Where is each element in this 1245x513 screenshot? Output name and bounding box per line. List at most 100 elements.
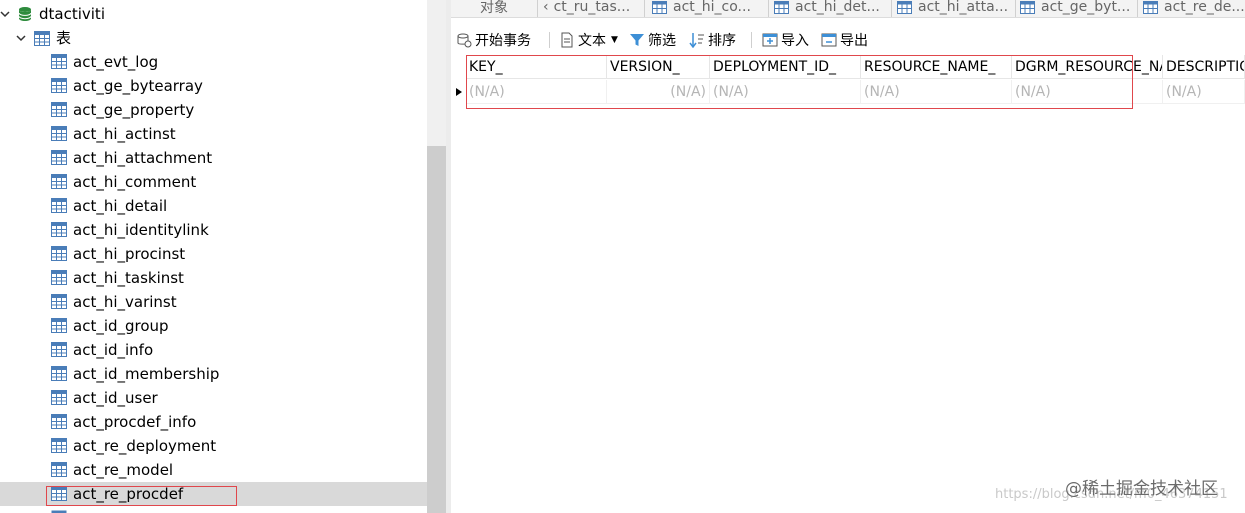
export-button[interactable]: 导出 [821,29,868,51]
table-name: act_hi_detail [73,197,168,215]
tree-item-table[interactable]: act_hi_identitylink [0,218,427,242]
column-header-resource-name[interactable]: RESOURCE_NAME_ [861,55,1012,79]
filter-label: 筛选 [648,33,676,49]
table-icon [51,78,67,93]
tree-item-table[interactable]: act_hi_varinst [0,290,427,314]
cell-key[interactable]: (N/A) [466,80,607,104]
chevron-down-icon[interactable] [16,33,26,43]
column-header-dgrm-resource-name[interactable]: DGRM_RESOURCE_NAME_ [1012,55,1163,79]
table-editor-pane: 对象 ‹ ct_ru_tas... act_hi_co... act_hi_de… [451,0,1245,513]
tab-act-ge-byt[interactable]: act_ge_byt... [1020,0,1130,17]
database-name: dtactiviti [39,5,105,23]
table-icon [51,390,67,405]
object-tree: dtactiviti 表 act_evt_log act_ge_bytearray… [0,0,427,513]
table-name: act_hi_procinst [73,245,186,263]
export-icon [821,32,837,48]
table-name: act_id_user [73,389,158,407]
table-icon [51,438,67,453]
tree-item-table[interactable]: act_hi_detail [0,194,427,218]
begin-transaction-label: 开始事务 [475,33,531,49]
tables-folder-label: 表 [56,29,72,47]
row-indicator[interactable] [451,80,466,104]
tab-ct-ru-tas[interactable]: ‹ ct_ru_tas... [543,0,631,17]
table-icon [51,150,67,165]
table-name: act_re_model [73,461,174,479]
tree-item-table[interactable]: act_id_group [0,314,427,338]
tab-label: ct_ru_tas... [553,0,631,15]
cell-dgrm-resource-name[interactable]: (N/A) [1012,80,1163,104]
table-icon [51,54,67,69]
cell-description[interactable]: (N/A) [1163,80,1245,104]
tab-label: 对象 [480,0,508,16]
tab-act-hi-det[interactable]: act_hi_det... [774,0,880,17]
tree-item-tables-folder[interactable]: 表 [0,26,427,50]
sort-button[interactable]: 排序 [689,29,736,51]
table-folder-icon [34,31,50,46]
table-name: act_hi_actinst [73,125,176,143]
tree-item-table[interactable]: act_re_procdef [0,482,427,506]
tree-scrollbar[interactable] [427,0,446,513]
table-icon [51,198,67,213]
column-header-version[interactable]: VERSION_ [607,55,710,79]
tree-item-table[interactable]: act_evt_log [0,50,427,74]
column-header-deployment-id[interactable]: DEPLOYMENT_ID_ [710,55,861,79]
database-transaction-icon [456,32,472,48]
table-icon [51,174,67,189]
table-name: act_hi_varinst [73,293,177,311]
column-header-description[interactable]: DESCRIPTION_ [1163,55,1245,79]
cell-version[interactable]: (N/A) [607,80,710,104]
tab-scroll-left-icon[interactable]: ‹ [543,0,549,15]
table-name: act_ge_bytearray [73,77,203,95]
import-icon [762,32,778,48]
tree-item-table[interactable]: act_re_deployment [0,434,427,458]
tab-divider [1015,0,1016,17]
tree-item-table[interactable]: act_id_info [0,338,427,362]
tab-act-hi-co[interactable]: act_hi_co... [652,0,751,17]
tab-act-re-de[interactable]: act_re_de... [1143,0,1245,17]
scrollbar-track[interactable] [427,0,446,146]
tree-item-table[interactable]: act_hi_actinst [0,122,427,146]
cell-deployment-id[interactable]: (N/A) [710,80,861,104]
tree-item-table[interactable]: act_hi_taskinst [0,266,427,290]
tree-item-table[interactable]: act_ge_bytearray [0,74,427,98]
navicat-window: dtactiviti 表 act_evt_log act_ge_bytearray… [0,0,1245,513]
toolbar-divider [549,32,550,48]
watermark: @稀土掘金技术社区 [1065,479,1218,499]
tree-item-table[interactable]: act_id_user [0,386,427,410]
tab-label: act_re_de... [1164,0,1245,15]
chevron-down-icon[interactable] [0,9,10,19]
cell-resource-name[interactable]: (N/A) [861,80,1012,104]
dropdown-arrow-icon[interactable]: ▼ [611,35,618,45]
current-row-marker-icon [456,88,462,96]
table-name: act_ge_property [73,101,195,119]
table-icon [774,0,789,14]
export-label: 导出 [840,33,868,49]
tree-item-table[interactable]: act_hi_attachment [0,146,427,170]
import-button[interactable]: 导入 [762,29,809,51]
tab-divider [768,0,769,17]
table-icon [51,126,67,141]
tab-bar: 对象 ‹ ct_ru_tas... act_hi_co... act_hi_de… [451,0,1245,18]
text-view-button[interactable]: 文本 ▼ [559,29,618,51]
table-icon [51,318,67,333]
table-name: act_hi_taskinst [73,269,184,287]
tab-act-hi-atta[interactable]: act_hi_atta... [897,0,1008,17]
scrollbar-thumb[interactable] [427,146,446,513]
tree-item-database[interactable]: dtactiviti [0,2,427,26]
tab-divider [644,0,645,17]
tree-item-table[interactable]: act_ge_property [0,98,427,122]
begin-transaction-button[interactable]: 开始事务 [456,29,531,51]
tab-objects[interactable]: 对象 [480,0,508,17]
tree-item-table[interactable]: act_re_model [0,458,427,482]
tree-item-table[interactable]: act_id_membership [0,362,427,386]
column-header-key[interactable]: KEY_ [466,55,607,79]
document-icon [559,32,575,48]
table-icon [1143,0,1158,14]
tree-item-table[interactable]: act_hi_comment [0,170,427,194]
table-name: act_hi_attachment [73,149,213,167]
import-label: 导入 [781,33,809,49]
tree-item-table[interactable]: act_procdef_info [0,410,427,434]
filter-button[interactable]: 筛选 [629,29,676,51]
grid-corner [451,55,466,79]
tree-item-table[interactable]: act_hi_procinst [0,242,427,266]
